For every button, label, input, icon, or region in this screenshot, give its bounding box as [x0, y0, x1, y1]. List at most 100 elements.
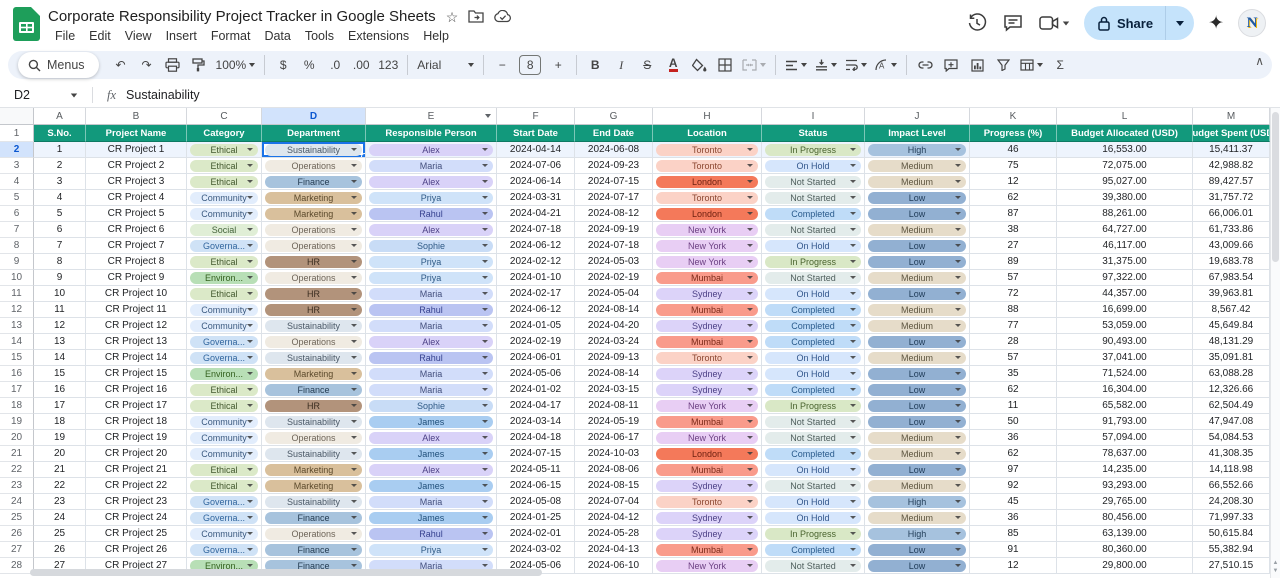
dropdown-chip[interactable]: HR	[265, 256, 362, 268]
cell-H1[interactable]: Location	[653, 125, 762, 142]
column-dropdown-icon[interactable]	[485, 114, 491, 118]
cell-A13[interactable]: 12	[34, 318, 86, 334]
cell-I21[interactable]: Completed	[762, 446, 865, 462]
cell-E12[interactable]: Rahul	[366, 302, 497, 318]
dropdown-chip[interactable]: Not Started	[765, 176, 861, 188]
cell-E18[interactable]: Sophie	[366, 398, 497, 414]
dropdown-chip[interactable]: Governa...	[190, 544, 258, 556]
cell-B4[interactable]: CR Project 3	[86, 174, 187, 190]
cell-H22[interactable]: Mumbai	[653, 462, 762, 478]
dropdown-chip[interactable]: Finance	[265, 384, 362, 396]
dropdown-chip[interactable]: Community	[190, 304, 258, 316]
menu-tools[interactable]: Tools	[298, 27, 341, 45]
row-header-18[interactable]: 18	[0, 398, 34, 414]
font-family-select[interactable]: Arial	[414, 53, 477, 77]
cell-M19[interactable]: 47,947.08	[1193, 414, 1270, 430]
cell-D13[interactable]: Sustainability	[262, 318, 366, 334]
dropdown-chip[interactable]: Alex	[369, 464, 493, 476]
dropdown-chip[interactable]: Rahul	[369, 208, 493, 220]
cell-D14[interactable]: Operations	[262, 334, 366, 350]
cell-K17[interactable]: 62	[970, 382, 1057, 398]
italic-icon[interactable]: I	[609, 53, 633, 77]
cell-F27[interactable]: 2024-03-02	[497, 542, 575, 558]
column-header-K[interactable]: K	[970, 108, 1057, 125]
functions-icon[interactable]: Σ	[1048, 53, 1072, 77]
cell-I17[interactable]: Completed	[762, 382, 865, 398]
cell-D5[interactable]: Marketing	[262, 190, 366, 206]
cell-A23[interactable]: 22	[34, 478, 86, 494]
cell-H23[interactable]: Sydney	[653, 478, 762, 494]
sheets-logo-icon[interactable]	[13, 7, 40, 41]
cell-H4[interactable]: London	[653, 174, 762, 190]
cell-I15[interactable]: On Hold	[762, 350, 865, 366]
dropdown-chip[interactable]: Operations	[265, 528, 362, 540]
cell-H19[interactable]: Mumbai	[653, 414, 762, 430]
cell-C17[interactable]: Ethical	[187, 382, 262, 398]
star-icon[interactable]: ☆	[446, 10, 459, 24]
cell-F18[interactable]: 2024-04-17	[497, 398, 575, 414]
cell-K18[interactable]: 11	[970, 398, 1057, 414]
dropdown-chip[interactable]: Alex	[369, 176, 493, 188]
cell-J26[interactable]: High	[865, 526, 970, 542]
cell-D17[interactable]: Finance	[262, 382, 366, 398]
decrease-font-size-icon[interactable]: −	[490, 53, 514, 77]
dropdown-chip[interactable]: HR	[265, 304, 362, 316]
dropdown-chip[interactable]: Community	[190, 320, 258, 332]
text-wrap-icon[interactable]	[842, 53, 870, 77]
cell-D20[interactable]: Operations	[262, 430, 366, 446]
cell-C3[interactable]: Ethical	[187, 158, 262, 174]
cell-I8[interactable]: On Hold	[762, 238, 865, 254]
dropdown-chip[interactable]: Medium	[868, 304, 966, 316]
dropdown-chip[interactable]: Toronto	[656, 496, 758, 508]
cell-D8[interactable]: Operations	[262, 238, 366, 254]
dropdown-chip[interactable]: Alex	[369, 144, 493, 156]
cell-I12[interactable]: Completed	[762, 302, 865, 318]
cell-L6[interactable]: 88,261.00	[1057, 206, 1193, 222]
cell-B13[interactable]: CR Project 12	[86, 318, 187, 334]
cell-A3[interactable]: 2	[34, 158, 86, 174]
cell-E20[interactable]: Alex	[366, 430, 497, 446]
cell-I18[interactable]: In Progress	[762, 398, 865, 414]
decrease-decimals-icon[interactable]: .0	[323, 53, 347, 77]
increase-font-size-icon[interactable]: +	[546, 53, 570, 77]
cell-D10[interactable]: Operations	[262, 270, 366, 286]
menu-insert[interactable]: Insert	[159, 27, 204, 45]
text-color-icon[interactable]: A	[661, 53, 685, 77]
cell-H28[interactable]: New York	[653, 558, 762, 574]
formula-input[interactable]: Sustainability	[126, 88, 200, 102]
merge-cells-icon[interactable]	[739, 53, 769, 77]
dropdown-chip[interactable]: Governa...	[190, 352, 258, 364]
cell-I25[interactable]: On Hold	[762, 510, 865, 526]
row-header-20[interactable]: 20	[0, 430, 34, 446]
cell-J1[interactable]: Impact Level	[865, 125, 970, 142]
row-header-2[interactable]: 2	[0, 142, 34, 158]
cell-A26[interactable]: 25	[34, 526, 86, 542]
cell-M21[interactable]: 41,308.35	[1193, 446, 1270, 462]
cell-A9[interactable]: 8	[34, 254, 86, 270]
cell-I20[interactable]: Not Started	[762, 430, 865, 446]
cell-L12[interactable]: 16,699.00	[1057, 302, 1193, 318]
cell-I5[interactable]: Not Started	[762, 190, 865, 206]
redo-icon[interactable]: ↷	[135, 53, 159, 77]
paint-format-icon[interactable]	[187, 53, 211, 77]
cell-F1[interactable]: Start Date	[497, 125, 575, 142]
dropdown-chip[interactable]: Completed	[765, 336, 861, 348]
cell-G17[interactable]: 2024-03-15	[575, 382, 653, 398]
dropdown-chip[interactable]: James	[369, 448, 493, 460]
cell-I11[interactable]: On Hold	[762, 286, 865, 302]
cell-B23[interactable]: CR Project 22	[86, 478, 187, 494]
cell-G22[interactable]: 2024-08-06	[575, 462, 653, 478]
cell-H6[interactable]: London	[653, 206, 762, 222]
cell-E17[interactable]: Maria	[366, 382, 497, 398]
row-header-16[interactable]: 16	[0, 366, 34, 382]
cell-G20[interactable]: 2024-06-17	[575, 430, 653, 446]
dropdown-chip[interactable]: London	[656, 208, 758, 220]
cell-K26[interactable]: 85	[970, 526, 1057, 542]
cell-C19[interactable]: Community	[187, 414, 262, 430]
cell-D2[interactable]: Sustainability	[262, 142, 366, 158]
cell-G10[interactable]: 2024-02-19	[575, 270, 653, 286]
cell-F22[interactable]: 2024-05-11	[497, 462, 575, 478]
dropdown-chip[interactable]: Completed	[765, 384, 861, 396]
format-currency-icon[interactable]: $	[271, 53, 295, 77]
cell-M12[interactable]: 8,567.42	[1193, 302, 1270, 318]
